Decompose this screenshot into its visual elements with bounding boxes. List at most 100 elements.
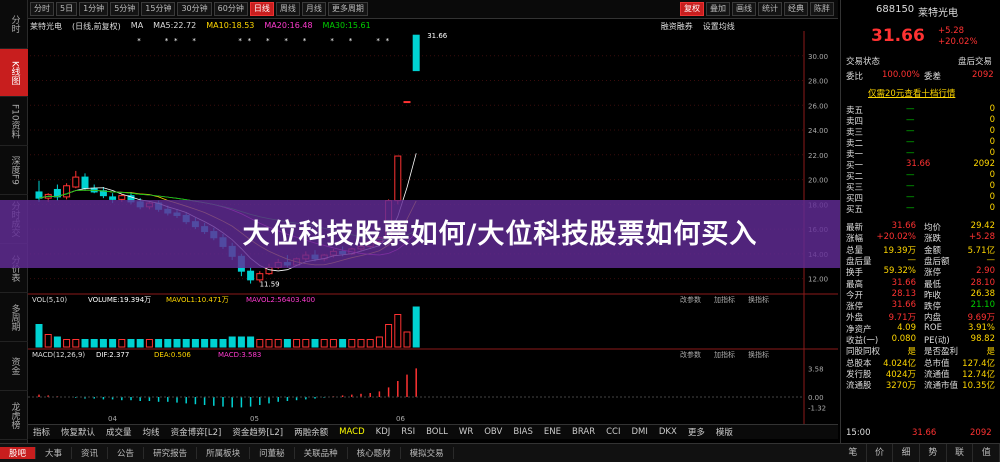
vol-bar [394, 314, 402, 348]
quote-tab-1[interactable]: 价 [867, 444, 894, 462]
ma-settings-link[interactable]: 设置均线 [703, 21, 735, 32]
bottom-tab-7[interactable]: 关联品种 [295, 447, 348, 459]
period-tab-3[interactable]: 5分钟 [110, 2, 140, 16]
indicator-10[interactable]: BOLL [421, 427, 453, 437]
indicator-19[interactable]: 更多 [683, 426, 710, 438]
period-tab-9[interactable]: 月线 [301, 2, 326, 16]
indicator-16[interactable]: CCI [601, 427, 625, 437]
toolbar-button-2[interactable]: 画线 [732, 2, 756, 16]
vol-bar [302, 339, 310, 348]
toolbar-button-1[interactable]: 叠加 [706, 2, 730, 16]
stat-label: 昨收 [924, 290, 942, 301]
bottom-tab-4[interactable]: 研究报告 [144, 447, 198, 459]
bottom-tab-6[interactable]: 问董秘 [250, 447, 295, 459]
period-tab-8[interactable]: 周线 [275, 2, 300, 16]
orderbook-volume: 0 [989, 126, 995, 136]
indicator-8[interactable]: KDJ [371, 427, 396, 437]
period-tab-4[interactable]: 15分钟 [141, 2, 176, 16]
indicator-14[interactable]: ENE [539, 427, 566, 437]
indicator-11[interactable]: WR [454, 427, 478, 437]
indicator-9[interactable]: RSI [396, 427, 420, 437]
bottom-tab-1[interactable]: 大事 [36, 447, 73, 459]
stat-value: +20.02% [876, 232, 916, 243]
toolbar-button-5[interactable]: 陈胖 [810, 2, 834, 16]
vol-bar [256, 339, 264, 348]
indicator-0[interactable]: 指标 [28, 426, 55, 438]
orderbook-row: 买三 —0 [844, 181, 998, 193]
candle-body [394, 155, 402, 202]
orderbook-price: 31.66 [906, 159, 931, 169]
indicator-18[interactable]: DKX [654, 427, 682, 437]
toolbar-button-4[interactable]: 经典 [784, 2, 808, 16]
sidebar-item-8[interactable]: 龙虎榜 [0, 391, 28, 440]
vol-button-2: 换指标 [748, 295, 769, 304]
margin-link[interactable]: 融资融券 [661, 21, 693, 32]
toolbar-button-0[interactable]: 复权 [680, 2, 704, 16]
quote-tab-4[interactable]: 联 [947, 444, 974, 462]
vol-title: VOL(5,10) [32, 296, 67, 304]
indicator-17[interactable]: DMI [627, 427, 653, 437]
indicator-13[interactable]: BIAS [508, 427, 538, 437]
sidebar-item-3[interactable]: 深度F9 [0, 146, 28, 195]
bottom-tab-5[interactable]: 所属板块 [197, 447, 251, 459]
indicator-12[interactable]: OBV [479, 427, 507, 437]
quote-tab-3[interactable]: 势 [920, 444, 947, 462]
vol-bar [311, 339, 319, 348]
macd-tick: 3.58 [808, 365, 824, 373]
orderbook-price: — [906, 192, 915, 202]
orderbook-volume: 0 [989, 192, 995, 202]
bottom-tab-2[interactable]: 资讯 [72, 447, 109, 459]
indicator-6[interactable]: 两融余额 [289, 426, 333, 438]
signal-star: * [192, 37, 196, 45]
candle-body [256, 273, 264, 281]
quote-tab-2[interactable]: 细 [893, 444, 921, 462]
vol-bar [293, 339, 301, 348]
indicator-2[interactable]: 成交量 [101, 426, 137, 438]
period-tab-5[interactable]: 30分钟 [177, 2, 212, 16]
bottom-tab-9[interactable]: 模拟交易 [401, 447, 454, 459]
stat-value: 21.10 [970, 300, 995, 311]
bottom-tab-0[interactable]: 股吧 [0, 447, 37, 459]
bottom-tab-8[interactable]: 核心题材 [348, 447, 401, 459]
sidebar-item-1[interactable]: K线图 [0, 49, 28, 97]
sidebar-item-2[interactable]: F10资料 [0, 97, 28, 146]
stats-row: 涨停 31.66 跌停 21.10 [844, 300, 998, 313]
price-block: 31.66 +5.28 +20.02% [844, 26, 998, 48]
indicator-4[interactable]: 资金博弈[L2] [166, 426, 227, 438]
period-tab-1[interactable]: 5日 [56, 2, 78, 16]
vol-bar [35, 324, 43, 348]
stat-value: 31.66 [891, 221, 916, 231]
stat-label: 涨停 [846, 302, 864, 313]
period-tab-0[interactable]: 分时 [30, 2, 54, 16]
sidebar-item-0[interactable]: 分时 [0, 0, 28, 49]
period-tab-2[interactable]: 1分钟 [79, 2, 109, 16]
stat-value: 3.91% [967, 322, 995, 333]
sidebar-item-6[interactable]: 多周期 [0, 293, 28, 342]
indicator-1[interactable]: 恢复默认 [56, 426, 100, 438]
indicator-3[interactable]: 均线 [138, 426, 165, 438]
weibi-row: 委比 100.00% 委差 2092 [844, 70, 998, 82]
tick-row: 15:00 31.66 2092 [844, 428, 998, 440]
bottom-tab-3[interactable]: 公告 [108, 447, 145, 459]
toolbar-button-3[interactable]: 统计 [758, 2, 782, 16]
x-tick: 05 [250, 415, 259, 423]
vol-bar [127, 339, 135, 348]
sidebar-item-7[interactable]: 资金 [0, 342, 28, 391]
indicator-5[interactable]: 资金趋势[L2] [227, 426, 288, 438]
vol-bar [385, 324, 393, 348]
stat-label: 流通值 [924, 369, 950, 380]
notice-text[interactable]: 仅需20元查看十档行情 [868, 87, 955, 99]
vol-bar [283, 339, 291, 348]
quote-tab-0[interactable]: 笔 [840, 444, 867, 462]
indicator-15[interactable]: BRAR [567, 427, 600, 437]
level2-notice[interactable]: 仅需20元查看十档行情 [844, 87, 998, 99]
period-tab-6[interactable]: 60分钟 [213, 2, 248, 16]
quote-tab-5[interactable]: 值 [973, 444, 1000, 462]
indicator-20[interactable]: 模版 [711, 426, 738, 438]
period-tab-10[interactable]: 更多周期 [327, 2, 368, 16]
x-tick: 04 [108, 415, 117, 423]
stats-row: 流通股 3270万 流通市值 10.35亿 [844, 379, 998, 391]
macd-tick: 0.00 [808, 394, 824, 402]
period-tab-7[interactable]: 日线 [249, 2, 274, 16]
indicator-7[interactable]: MACD [334, 427, 369, 437]
